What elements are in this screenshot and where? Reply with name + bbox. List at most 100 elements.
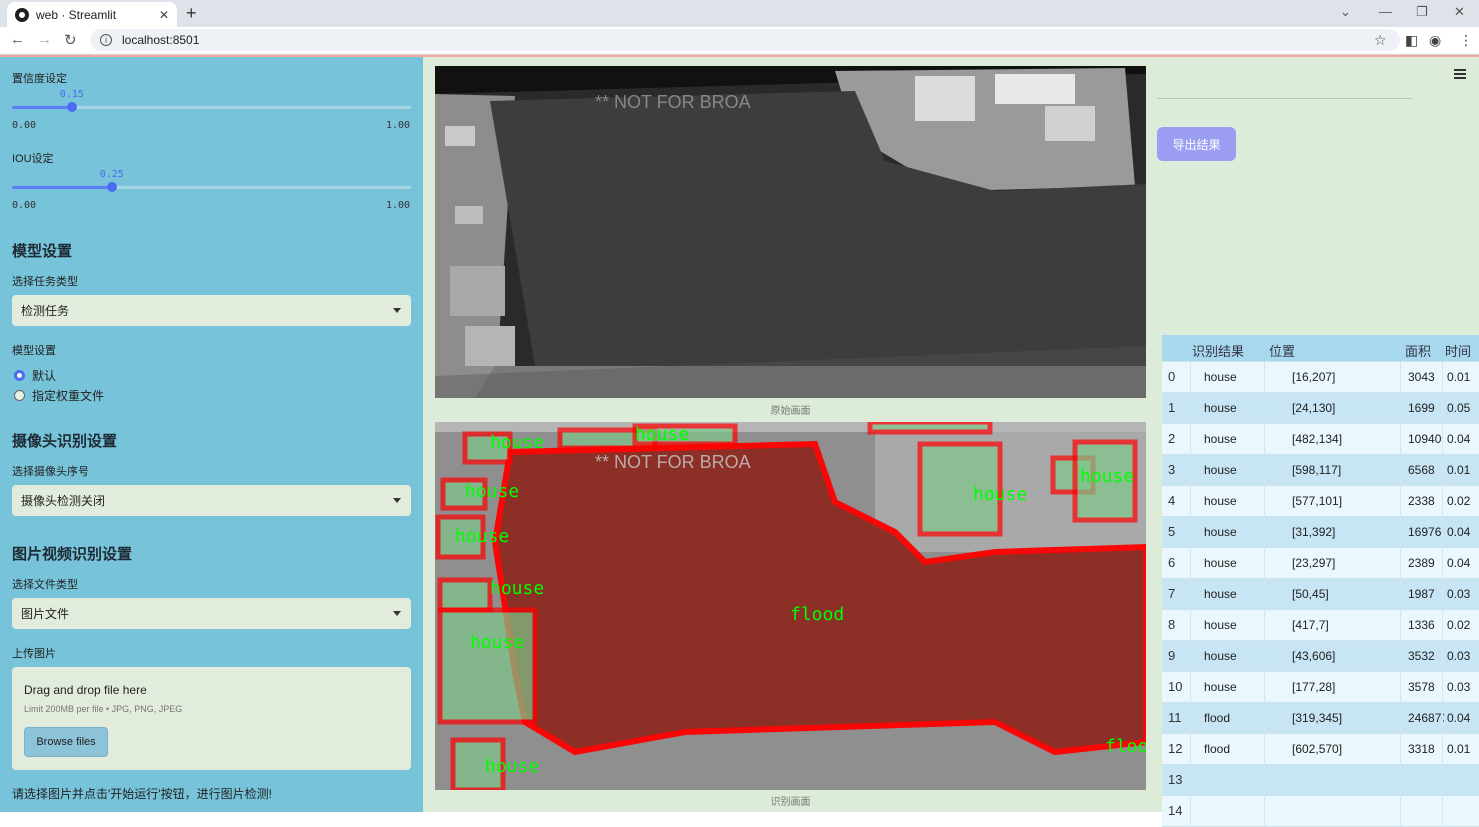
radio-checked-icon	[14, 370, 25, 381]
table-row[interactable]: 8 house [417,7] 1336 0.02	[1162, 610, 1479, 641]
row-class: house	[1204, 587, 1237, 601]
task-type-select[interactable]: 检测任务	[12, 295, 411, 326]
iou-slider[interactable]	[12, 182, 411, 192]
table-row[interactable]: 5 house [31,392] 16976 0.04	[1162, 517, 1479, 548]
table-row[interactable]: 2 house [482,134] 10940 0.04	[1162, 424, 1479, 455]
url-field[interactable]: i localhost:8501	[90, 29, 1400, 51]
reload-icon[interactable]: ↻	[64, 31, 77, 49]
column-separator	[1400, 610, 1401, 640]
sidebar: 置信度设定 0.15 0.00 1.00 IOU设定 0.25 0.00 1.0…	[0, 57, 423, 812]
table-row[interactable]: 13	[1162, 765, 1479, 796]
house-label: house	[465, 481, 519, 502]
column-separator	[1190, 424, 1191, 454]
minimize-icon[interactable]: —	[1379, 4, 1392, 19]
column-separator	[1190, 796, 1191, 826]
table-row[interactable]: 6 house [23,297] 2389 0.04	[1162, 548, 1479, 579]
row-class: house	[1204, 463, 1237, 477]
hamburger-menu-icon[interactable]	[1454, 69, 1466, 81]
original-image: ** NOT FOR BROA	[435, 66, 1146, 398]
row-time: 0.05	[1447, 401, 1471, 415]
table-row[interactable]: 10 house [177,28] 3578 0.03	[1162, 672, 1479, 703]
radio-default[interactable]: 默认	[14, 367, 56, 384]
column-separator	[1190, 455, 1191, 485]
table-row[interactable]: 1 house [24,130] 1699 0.05	[1162, 393, 1479, 424]
original-image-graphic: ** NOT FOR BROA	[435, 66, 1146, 398]
chevron-down-icon	[393, 308, 401, 313]
row-position: [602,570]	[1292, 742, 1343, 756]
column-separator	[1400, 734, 1401, 764]
confidence-slider-thumb[interactable]	[66, 102, 77, 112]
table-row[interactable]: 9 house [43,606] 3532 0.03	[1162, 641, 1479, 672]
row-time: 0.03	[1447, 649, 1471, 663]
browser-tab-bar: web · Streamlit ✕ + ⌄ — ❐ ✕	[0, 0, 1479, 27]
radio-custom-weights[interactable]: 指定权重文件	[14, 387, 104, 404]
row-index: 14	[1168, 803, 1183, 818]
tab-search-icon[interactable]: ⌄	[1340, 4, 1351, 20]
house-label: house	[485, 756, 539, 777]
column-separator	[1442, 610, 1443, 640]
task-type-label: 选择任务类型	[12, 276, 78, 288]
column-separator	[1400, 796, 1401, 826]
column-separator	[1264, 734, 1265, 764]
row-class: house	[1204, 370, 1237, 384]
table-row[interactable]: 3 house [598,117] 6568 0.01	[1162, 455, 1479, 486]
row-index: 1	[1168, 400, 1176, 415]
radio-default-label: 默认	[32, 369, 57, 383]
row-time: 0.02	[1447, 494, 1471, 508]
confidence-slider[interactable]	[12, 102, 411, 112]
forward-icon[interactable]: →	[37, 31, 52, 48]
browser-tab[interactable]: web · Streamlit ✕	[7, 2, 177, 27]
browse-files-button[interactable]: Browse files	[24, 727, 108, 757]
results-table: 识别结果 位置 面积 时间 0 house [16,207] 3043 0.01 1 hou…	[1162, 335, 1479, 827]
profile-avatar-icon[interactable]: ◉	[1429, 32, 1441, 49]
camera-select[interactable]: 摄像头检测关闭	[12, 485, 411, 516]
file-type-label: 选择文件类型	[12, 579, 78, 591]
row-position: [177,28]	[1292, 680, 1336, 694]
file-type-select[interactable]: 图片文件	[12, 598, 411, 629]
table-row[interactable]: 4 house [577,101] 2338 0.02	[1162, 486, 1479, 517]
browser-menu-icon[interactable]: ⋮	[1459, 32, 1473, 49]
flood-label: flood	[790, 604, 844, 625]
row-area: 3043	[1408, 370, 1435, 384]
row-index: 7	[1168, 586, 1176, 601]
column-separator	[1400, 548, 1401, 578]
row-index: 12	[1168, 741, 1183, 756]
row-position: [43,606]	[1292, 649, 1336, 663]
export-results-button[interactable]: 导出结果	[1157, 127, 1236, 161]
row-class: house	[1204, 649, 1237, 663]
side-panel-icon[interactable]: ◧	[1405, 32, 1418, 49]
house-label: house	[973, 484, 1027, 505]
row-area: 3318	[1408, 742, 1435, 756]
tab-close-icon[interactable]: ✕	[159, 8, 169, 22]
site-info-icon[interactable]: i	[100, 34, 112, 46]
table-row[interactable]: 0 house [16,207] 3043 0.01	[1162, 362, 1479, 393]
table-row[interactable]: 11 flood [319,345] 2468700.04	[1162, 703, 1479, 734]
column-separator	[1442, 424, 1443, 454]
file-dropzone[interactable]: Drag and drop file here Limit 200MB per …	[12, 667, 411, 770]
row-time: 0.01	[1447, 463, 1471, 477]
radio-custom-label: 指定权重文件	[32, 389, 105, 403]
camera-select-value: 摄像头检测关闭	[21, 494, 106, 508]
iou-slider-thumb[interactable]	[106, 182, 117, 192]
column-separator	[1264, 517, 1265, 547]
close-window-icon[interactable]: ✕	[1454, 4, 1465, 20]
radio-unchecked-icon	[14, 390, 25, 401]
new-tab-icon[interactable]: +	[186, 3, 197, 24]
back-icon[interactable]: ←	[10, 31, 25, 48]
result-image-graphic: flood flood house house house house hous…	[435, 422, 1146, 790]
row-time: 0.01	[1447, 370, 1471, 384]
iou-slider-fill	[12, 186, 112, 189]
table-row[interactable]: 12 flood [602,570] 3318 0.01	[1162, 734, 1479, 765]
header-class: 识别结果	[1192, 344, 1245, 359]
column-separator	[1264, 641, 1265, 671]
header-area: 面积	[1405, 344, 1432, 359]
column-separator	[1264, 455, 1265, 485]
restore-icon[interactable]: ❐	[1416, 4, 1428, 20]
row-index: 0	[1168, 369, 1176, 384]
bookmark-star-icon[interactable]: ☆	[1374, 32, 1387, 49]
task-type-value: 检测任务	[21, 304, 70, 318]
table-row[interactable]: 7 house [50,45] 1987 0.03	[1162, 579, 1479, 610]
confidence-value: 0.15	[59, 89, 84, 100]
row-class: flood	[1204, 711, 1231, 725]
house-label: house	[490, 578, 544, 599]
